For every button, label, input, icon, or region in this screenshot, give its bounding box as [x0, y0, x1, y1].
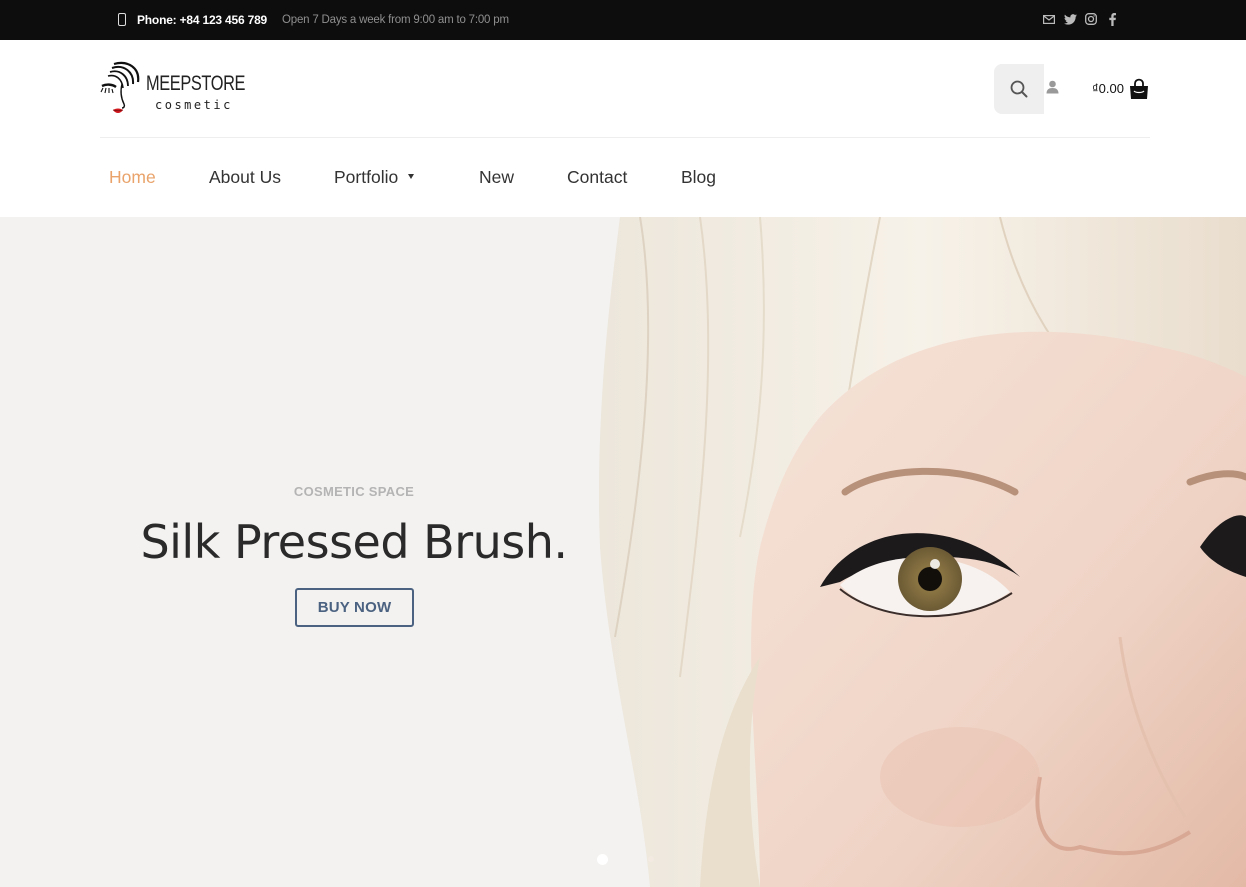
hero-slider: COSMETIC SPACE Silk Pressed Brush. BUY N… — [0, 217, 1246, 887]
header-divider — [100, 137, 1150, 138]
nav-item-home[interactable]: Home — [109, 167, 156, 188]
slider-dot-2[interactable] — [648, 856, 654, 862]
search-icon — [1010, 80, 1028, 98]
logo-tagline: cosmetic — [155, 98, 233, 112]
logo-face-icon — [100, 61, 140, 113]
opening-hours: Open 7 Days a week from 9:00 am to 7:00 … — [282, 14, 509, 26]
nav-item-blog[interactable]: Blog — [681, 167, 716, 188]
mail-icon[interactable] — [1042, 11, 1056, 27]
site-logo[interactable]: MEEPSTORE cosmetic — [100, 60, 245, 118]
phone-icon — [118, 13, 126, 26]
hero-title: Silk Pressed Brush. — [140, 515, 568, 569]
top-bar: Phone: +84 123 456 789 Open 7 Days a wee… — [0, 0, 1246, 40]
site-header: MEEPSTORE cosmetic ₫0.00 Home About Us P… — [0, 40, 1246, 217]
buy-now-button[interactable]: BUY NOW — [295, 588, 414, 627]
nav-item-portfolio-label: Portfolio — [334, 167, 399, 187]
nav-item-portfolio[interactable]: Portfolio — [334, 167, 415, 188]
nav-item-new[interactable]: New — [479, 167, 514, 188]
nav-item-about-us[interactable]: About Us — [209, 167, 281, 188]
phone-number[interactable]: Phone: +84 123 456 789 — [137, 13, 267, 27]
twitter-icon[interactable] — [1062, 11, 1078, 27]
chevron-down-icon — [408, 173, 415, 179]
account-button[interactable] — [1046, 80, 1059, 99]
instagram-icon[interactable] — [1083, 11, 1098, 27]
cart-amount: ₫0.00 — [1092, 81, 1124, 96]
search-button[interactable] — [994, 64, 1044, 114]
nav-item-contact[interactable]: Contact — [567, 167, 627, 188]
hero-kicker: COSMETIC SPACE — [293, 484, 415, 499]
slider-dot-1[interactable] — [597, 854, 608, 865]
user-icon — [1046, 80, 1059, 94]
logo-name: MEEPSTORE — [146, 72, 246, 95]
facebook-icon[interactable] — [1106, 11, 1118, 27]
shopping-bag-icon — [1130, 78, 1148, 99]
